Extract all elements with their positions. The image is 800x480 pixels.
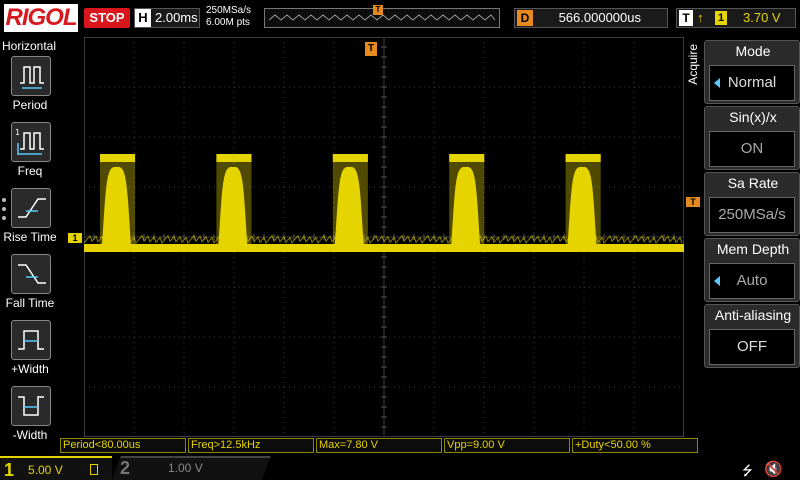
- usb-icon: ⭍: [742, 464, 753, 479]
- sample-info: 250MSa/s 6.00M pts: [206, 5, 251, 29]
- acquire-mode-value: Normal: [709, 65, 795, 101]
- sinx-value: ON: [709, 131, 795, 167]
- trigger-status[interactable]: T ↑ 1 3.70 V: [676, 8, 796, 28]
- timebase-value: 2.00ms: [155, 10, 198, 25]
- trigger-position-marker[interactable]: T: [365, 42, 377, 56]
- horizontal-label: H: [135, 9, 151, 27]
- ch2-number[interactable]: 2: [120, 458, 130, 479]
- select-arrow-icon: [714, 276, 720, 286]
- measurement-bar: Period<80.00us Freq>12.5kHz Max=7.80 V V…: [60, 438, 700, 454]
- delay-label: D: [517, 10, 533, 26]
- anti-aliasing-label: Anti-aliasing: [714, 307, 792, 323]
- meas-freq: Freq>12.5kHz: [188, 438, 314, 453]
- bandwidth-limit-icon: [90, 464, 98, 475]
- measure-pos-width[interactable]: +Width: [0, 320, 60, 382]
- acquire-menu: Mode Normal Sin(x)/x ON Sa Rate 250MSa/s…: [704, 40, 800, 370]
- menu-title: Horizontal: [2, 39, 57, 53]
- svg-text:1: 1: [15, 128, 20, 137]
- ch1-pulse-top: [449, 154, 485, 162]
- ch1-pulse-top: [565, 154, 601, 162]
- delay-value: 566.000000us: [558, 10, 641, 25]
- measure-neg-width[interactable]: -Width: [0, 386, 60, 448]
- measure-neg-width-label: -Width: [12, 428, 48, 442]
- meas-vpp: Vpp=9.00 V: [444, 438, 570, 453]
- trigger-label: T: [679, 10, 693, 26]
- acquire-tab-label: Acquire: [686, 44, 700, 85]
- brand-logo: RIGOL: [4, 4, 78, 32]
- mem-depth-value: Auto: [709, 263, 795, 299]
- ch1-number: 1: [4, 460, 15, 480]
- acquire-mode[interactable]: Mode Normal: [704, 40, 800, 104]
- ch1-baseline: [84, 244, 684, 252]
- ch2-scale[interactable]: 1.00 V: [168, 461, 203, 475]
- top-status-bar: RIGOL STOP H 2.00ms 250MSa/s 6.00M pts T…: [0, 0, 800, 36]
- freq-icon: 1: [11, 122, 51, 162]
- sinx-label: Sin(x)/x: [729, 109, 777, 125]
- rise-time-icon: [11, 188, 51, 228]
- waveform-display[interactable]: [84, 37, 684, 437]
- measure-fall-time-label: Fall Time: [5, 296, 55, 310]
- meas-duty: +Duty<50.00 %: [572, 438, 698, 453]
- rising-edge-icon: ↑: [697, 10, 704, 25]
- period-icon: [11, 56, 51, 96]
- acquire-mode-label: Mode: [735, 43, 771, 59]
- anti-aliasing-value: OFF: [709, 329, 795, 365]
- ch1-pulse-top: [216, 154, 252, 162]
- anti-aliasing[interactable]: Anti-aliasing OFF: [704, 304, 800, 368]
- sample-rate-item[interactable]: Sa Rate 250MSa/s: [704, 172, 800, 236]
- trigger-level: 3.70 V: [743, 10, 781, 25]
- ch1-ground-marker[interactable]: 1: [68, 233, 82, 243]
- sample-rate-value: 250MSa/s: [709, 197, 795, 233]
- sample-rate: 250MSa/s: [206, 5, 252, 16]
- memory-trigger-marker: T: [373, 5, 383, 15]
- neg-width-icon: [11, 386, 51, 426]
- measure-pos-width-label: +Width: [11, 362, 49, 376]
- horizontal-delay[interactable]: D 566.000000us: [514, 8, 668, 28]
- pos-width-icon: [11, 320, 51, 360]
- sample-rate-label: Sa Rate: [727, 175, 779, 191]
- measure-rise-time[interactable]: Rise Time: [0, 188, 60, 250]
- trigger-level-marker[interactable]: T: [686, 197, 700, 207]
- measure-period[interactable]: Period: [0, 56, 60, 118]
- ch1-scale: 5.00 V: [28, 463, 63, 477]
- channel-bar: 1 5.00 V 2 1.00 V ⭍ 🔇: [0, 456, 800, 480]
- meas-max: Max=7.80 V: [316, 438, 442, 453]
- run-stop-status[interactable]: STOP: [84, 8, 130, 28]
- acquire-tab: Acquire: [686, 40, 704, 130]
- mem-depth-label: Mem Depth: [716, 241, 790, 257]
- memory-points: 6.00M pts: [206, 17, 250, 28]
- mem-depth[interactable]: Mem Depth Auto: [704, 238, 800, 302]
- meas-period: Period<80.00us: [60, 438, 186, 453]
- measure-menu: Horizontal Period 1 Freq Rise Time Fall …: [0, 36, 60, 456]
- measure-freq[interactable]: 1 Freq: [0, 122, 60, 184]
- ch1-tab[interactable]: 1 5.00 V: [0, 456, 112, 480]
- measure-period-label: Period: [12, 98, 48, 112]
- ch1-pulse-top: [100, 154, 136, 162]
- sinx-interp[interactable]: Sin(x)/x ON: [704, 106, 800, 170]
- horizontal-timebase[interactable]: H 2.00ms: [134, 8, 200, 28]
- trigger-source: 1: [715, 11, 727, 25]
- ch1-pulse-top: [332, 154, 368, 162]
- fall-time-icon: [11, 254, 51, 294]
- select-arrow-icon: [714, 78, 720, 88]
- measure-freq-label: Freq: [17, 164, 43, 178]
- measure-rise-time-label: Rise Time: [3, 230, 57, 244]
- speaker-muted-icon[interactable]: 🔇: [764, 460, 783, 478]
- measure-fall-time[interactable]: Fall Time: [0, 254, 60, 316]
